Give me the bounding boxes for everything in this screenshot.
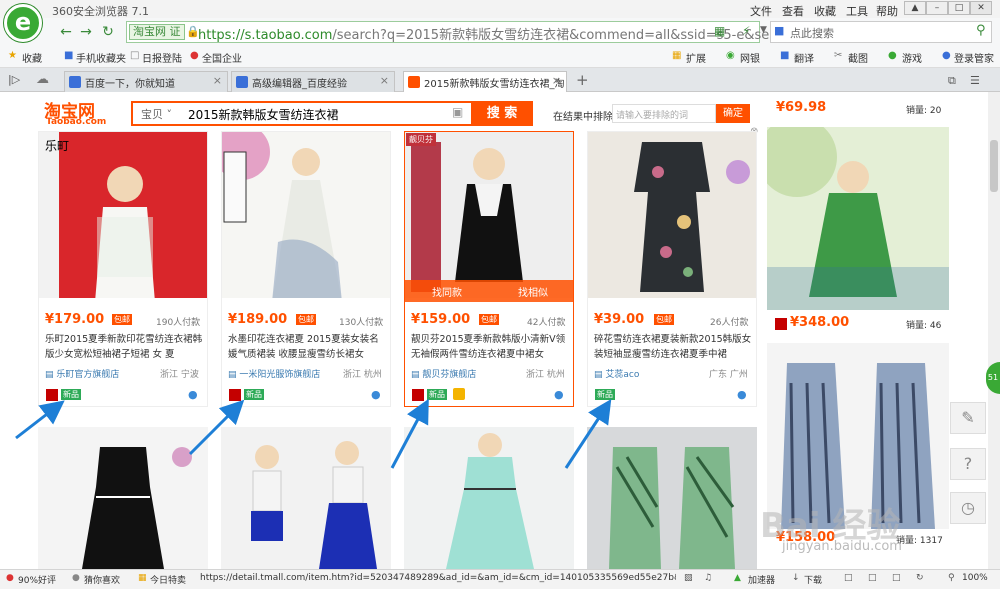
- tab-baidu[interactable]: 百度一下，你就知道 ×: [64, 71, 228, 92]
- translate-icon: ■: [780, 50, 790, 61]
- site-cert-badge[interactable]: 淘宝网 证: [129, 24, 185, 40]
- star-icon: ★: [8, 50, 17, 61]
- tool-translate[interactable]: 翻译: [794, 50, 814, 65]
- search-engine-icon[interactable]: ■: [774, 24, 784, 37]
- extension-icon: ▦: [672, 50, 682, 61]
- browser-logo-icon[interactable]: e: [4, 4, 42, 42]
- qr-icon[interactable]: ▦: [714, 24, 725, 38]
- watermark-sub: jingyan.baidu.com: [782, 539, 902, 554]
- back-icon[interactable]: ←: [56, 22, 76, 42]
- search-icon[interactable]: ⚲: [976, 23, 986, 38]
- new-tab-icon[interactable]: +: [576, 71, 589, 89]
- menu-help[interactable]: 帮助: [876, 3, 898, 19]
- rating-icon: ●: [6, 573, 14, 583]
- tool-screenshot[interactable]: 截图: [848, 50, 868, 65]
- status-guess[interactable]: 猜你喜欢: [84, 573, 120, 586]
- status-url: https://detail.tmall.com/item.htm?id=520…: [200, 573, 676, 583]
- dropdown-icon[interactable]: ▼: [760, 25, 767, 35]
- menu-file[interactable]: 文件: [750, 3, 772, 19]
- scissors-icon: ✂: [834, 50, 843, 61]
- status-zoom[interactable]: 100%: [962, 573, 988, 583]
- tab-list-icon[interactable]: ☰: [970, 74, 980, 87]
- tool-ebank[interactable]: 网银: [740, 50, 760, 65]
- cloud-icon[interactable]: ☁: [36, 72, 49, 87]
- paw-icon: [236, 76, 248, 88]
- device-icon[interactable]: ▧: [684, 573, 693, 583]
- taobao-icon: [408, 76, 420, 88]
- scrollbar-thumb[interactable]: [990, 140, 998, 192]
- bookmark-favorites[interactable]: 收藏: [22, 50, 42, 65]
- close-icon[interactable]: ✕: [970, 1, 992, 15]
- paw-icon: [69, 76, 81, 88]
- phone-icon: ■: [64, 50, 74, 61]
- menu-favorites[interactable]: 收藏: [814, 3, 836, 19]
- bookmark-mobile[interactable]: 手机收藏夹: [76, 50, 126, 65]
- shield-icon: ◉: [726, 50, 735, 61]
- sidebar-icon[interactable]: □: [892, 573, 901, 583]
- menu-tools[interactable]: 工具: [846, 3, 868, 19]
- maximize-icon[interactable]: □: [948, 1, 970, 15]
- download-icon: ↓: [792, 573, 800, 583]
- calendar-icon: ▦: [138, 573, 147, 583]
- user-icon: ●: [942, 50, 951, 61]
- accelerator-icon: ▲: [734, 573, 741, 583]
- forward-icon[interactable]: →: [76, 22, 96, 42]
- zoom-icon: ⚲: [948, 573, 955, 583]
- page-icon: □: [130, 50, 140, 61]
- window-icon[interactable]: □: [844, 573, 853, 583]
- tool-login[interactable]: 登录管家: [954, 50, 994, 65]
- skin-icon[interactable]: ▲: [904, 1, 926, 15]
- screenshot-icon[interactable]: □: [868, 573, 877, 583]
- search-placeholder: 点此搜索: [790, 27, 834, 40]
- bookmark-enterprise[interactable]: 全国企业: [202, 50, 242, 65]
- status-accelerator[interactable]: 加速器: [748, 573, 775, 586]
- sound-icon[interactable]: ♫: [704, 573, 712, 583]
- tab-editor[interactable]: 高级编辑器_百度经验 ×: [231, 71, 395, 92]
- globe-icon: ●: [190, 50, 199, 61]
- refresh-icon[interactable]: ↻: [916, 573, 924, 583]
- tool-games[interactable]: 游戏: [902, 50, 922, 65]
- lightning-icon[interactable]: ⚡: [742, 24, 750, 38]
- tab-close-icon[interactable]: ×: [380, 74, 389, 87]
- bookmark-daily[interactable]: 日报登陆: [142, 50, 182, 65]
- tab-close-icon[interactable]: ×: [213, 74, 222, 87]
- tab-close-icon[interactable]: ×: [552, 74, 561, 87]
- guess-icon: ●: [72, 573, 80, 583]
- address-text[interactable]: https://s.taobao.com/search?q=2015新款韩版女雪…: [198, 24, 777, 43]
- tool-extensions[interactable]: 扩展: [686, 50, 706, 65]
- menu-view[interactable]: 查看: [782, 3, 804, 19]
- status-rating[interactable]: 90%好评: [18, 573, 56, 586]
- app-title: 360安全浏览器 7.1: [52, 5, 149, 18]
- game-icon: ●: [888, 50, 897, 61]
- status-download[interactable]: 下载: [804, 573, 822, 586]
- tab-taobao[interactable]: 2015新款韩版女雪纺连衣裙_淘 ×: [403, 71, 567, 92]
- restore-tab-icon[interactable]: ⧉: [948, 74, 956, 88]
- refresh-icon[interactable]: ↻: [98, 22, 118, 42]
- minimize-icon[interactable]: –: [926, 1, 948, 15]
- status-today-sale[interactable]: 今日特卖: [150, 573, 186, 586]
- sidebar-toggle-icon[interactable]: |▷: [8, 73, 20, 86]
